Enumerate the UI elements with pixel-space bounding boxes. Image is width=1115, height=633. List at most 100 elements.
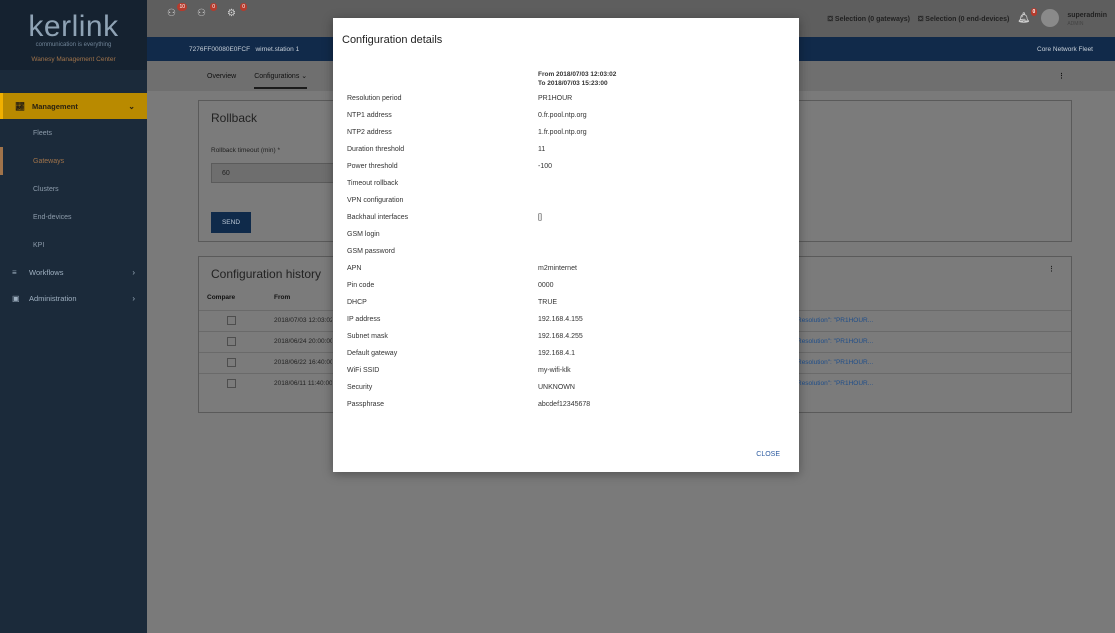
chevron-down-icon: ⌄ bbox=[128, 101, 135, 111]
detail-row: GSM login bbox=[347, 228, 789, 245]
tab-overview[interactable]: Overview bbox=[207, 73, 236, 80]
compare-checkbox[interactable] bbox=[227, 358, 236, 367]
row-from: 2018/06/11 11:40:00 bbox=[274, 380, 332, 387]
workflow-icon: ≡ bbox=[12, 267, 17, 277]
detail-key: Passphrase bbox=[347, 401, 384, 408]
detail-row: APN m2minternet bbox=[347, 262, 789, 279]
chevron-right-icon: › bbox=[132, 293, 135, 303]
sidebar-item-end-devices[interactable]: End-devices bbox=[0, 203, 147, 231]
detail-key: Security bbox=[347, 384, 373, 391]
chart-icon: 📈︎ bbox=[15, 101, 26, 111]
dialog-title: Configuration details bbox=[342, 34, 443, 46]
sidebar: kerlink communication is everything Wane… bbox=[0, 0, 147, 633]
detail-key: GSM password bbox=[347, 248, 395, 255]
detail-row: NTP1 address 0.fr.pool.ntp.org bbox=[347, 109, 789, 126]
detail-row: IP address 192.168.4.155 bbox=[347, 313, 789, 330]
nav-management[interactable]: 📈︎ Management ⌄ bbox=[0, 93, 147, 119]
gateway-down-icon[interactable]: ⚇ 0 bbox=[197, 3, 217, 22]
close-button[interactable]: CLOSE bbox=[756, 451, 780, 458]
fleet-name[interactable]: Core Network Fleet bbox=[1037, 46, 1093, 53]
send-button[interactable]: SEND bbox=[211, 212, 251, 233]
sidebar-item-fleets[interactable]: Fleets bbox=[0, 119, 147, 147]
compare-checkbox[interactable] bbox=[227, 379, 236, 388]
detail-value: 0.fr.pool.ntp.org bbox=[538, 112, 587, 119]
nav-workflows[interactable]: ≡ Workflows › bbox=[0, 259, 147, 285]
user-role: ADMIN bbox=[1067, 21, 1084, 27]
nav-administration[interactable]: ▣ Administration › bbox=[0, 285, 147, 311]
detail-row: Backhaul interfaces [] bbox=[347, 211, 789, 228]
row-from: 2018/06/22 16:40:00 bbox=[274, 359, 332, 366]
detail-key: Default gateway bbox=[347, 350, 398, 357]
detail-value: 0000 bbox=[538, 282, 554, 289]
detail-value: [] bbox=[538, 214, 542, 221]
detail-key: APN bbox=[347, 265, 362, 272]
detail-key: Resolution period bbox=[347, 95, 402, 102]
detail-row: Default gateway 192.168.4.1 bbox=[347, 347, 789, 364]
rollback-title: Rollback bbox=[211, 111, 258, 125]
avatar[interactable] bbox=[1041, 8, 1060, 27]
nav-administration-label: Administration bbox=[29, 293, 77, 303]
rollback-timeout-label: Rollback timeout (min) * bbox=[211, 147, 280, 154]
detail-key: Pin code bbox=[347, 282, 375, 289]
detail-value: 1.fr.pool.ntp.org bbox=[538, 129, 587, 136]
user-menu[interactable]: superadmin ADMIN bbox=[1067, 12, 1107, 28]
row-config[interactable]: Resolution": "PR1HOUR... bbox=[797, 380, 873, 387]
tagline: communication is everything bbox=[35, 42, 112, 48]
more-icon[interactable]: ⋮ bbox=[1048, 265, 1055, 273]
detail-row: Subnet mask 192.168.4.255 bbox=[347, 330, 789, 347]
sidebar-item-clusters[interactable]: Clusters bbox=[0, 175, 147, 203]
sidebar-item-kpi[interactable]: KPI bbox=[0, 231, 147, 259]
badge: 0 bbox=[210, 3, 217, 11]
configuration-details-dialog: Configuration details From 2018/07/03 12… bbox=[333, 18, 799, 472]
detail-key: IP address bbox=[347, 316, 381, 323]
detail-key: Timeout rollback bbox=[347, 180, 399, 187]
column-from: From bbox=[274, 294, 291, 301]
history-title: Configuration history bbox=[211, 267, 322, 281]
detail-value: TRUE bbox=[538, 299, 558, 306]
detail-value: 11 bbox=[538, 146, 546, 153]
logo-area: kerlink communication is everything Wane… bbox=[0, 0, 147, 70]
bell-icon[interactable]: 🔔︎ 0 bbox=[1017, 8, 1038, 27]
tab-configurations[interactable]: Configurations ⌄ bbox=[254, 63, 308, 89]
gateway-name: wirnet.station 1 bbox=[255, 45, 300, 53]
row-from: 2018/06/24 20:00:00 bbox=[274, 338, 332, 345]
detail-value: my-wifi-klk bbox=[538, 367, 571, 374]
tab-configurations-label: Configurations bbox=[254, 73, 300, 80]
period-header: From 2018/07/03 12:03:02 To 2018/07/03 1… bbox=[538, 70, 616, 88]
period-from: From 2018/07/03 12:03:02 bbox=[538, 71, 617, 78]
network-icon[interactable]: ⚙ 0 bbox=[227, 3, 247, 22]
detail-value: abcdef12345678 bbox=[538, 401, 591, 408]
column-compare: Compare bbox=[207, 294, 236, 301]
detail-key: WiFi SSID bbox=[347, 367, 380, 374]
detail-key: Subnet mask bbox=[347, 333, 388, 340]
compare-checkbox[interactable] bbox=[227, 337, 236, 346]
detail-value: 192.168.4.155 bbox=[538, 316, 583, 323]
username: superadmin bbox=[1067, 12, 1107, 19]
detail-row: Passphrase abcdef12345678 bbox=[347, 398, 789, 415]
end-device-selection-label: Selection (0 end-devices) bbox=[925, 16, 1010, 23]
badge: 0 bbox=[240, 3, 247, 11]
row-config[interactable]: Resolution": "PR1HOUR... bbox=[797, 338, 873, 345]
gateway-selection-label: Selection (0 gateways) bbox=[834, 16, 910, 23]
compare-checkbox[interactable] bbox=[227, 316, 236, 325]
detail-value: PR1HOUR bbox=[538, 95, 573, 102]
detail-row: Pin code 0000 bbox=[347, 279, 789, 296]
gateway-selection[interactable]: ⛋ Selection (0 gateways) bbox=[828, 16, 910, 24]
badge: 0 bbox=[1030, 8, 1038, 16]
product-name: Wanesy Management Center bbox=[31, 56, 116, 63]
detail-row: Power threshold -100 bbox=[347, 160, 789, 177]
sidebar-item-gateways[interactable]: Gateways bbox=[0, 147, 147, 175]
kerlink-logo: kerlink bbox=[28, 10, 119, 43]
gateway-alerts-icon[interactable]: ⚇ 10 bbox=[167, 3, 187, 22]
more-icon[interactable]: ⋮ bbox=[1058, 72, 1065, 80]
detail-row: GSM password bbox=[347, 245, 789, 262]
detail-key: DHCP bbox=[347, 299, 367, 306]
row-from: 2018/07/03 12:03:02 bbox=[274, 317, 332, 324]
detail-value: 192.168.4.1 bbox=[538, 350, 575, 357]
end-device-selection[interactable]: ⛋ Selection (0 end-devices) bbox=[918, 16, 1009, 24]
row-config[interactable]: Resolution": "PR1HOUR... bbox=[797, 359, 873, 366]
detail-row: Duration threshold 11 bbox=[347, 143, 789, 160]
detail-key: NTP2 address bbox=[347, 129, 392, 136]
row-config[interactable]: Resolution": "PR1HOUR... bbox=[797, 317, 873, 324]
detail-row: Security UNKNOWN bbox=[347, 381, 789, 398]
